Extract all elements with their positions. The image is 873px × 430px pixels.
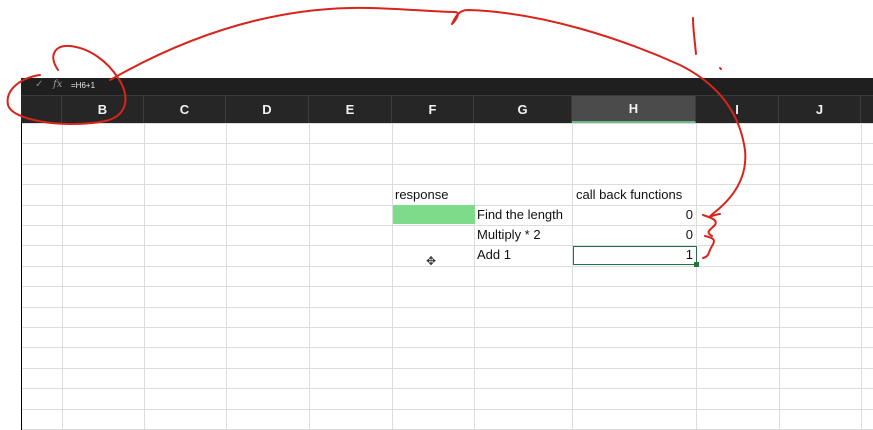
- annotation-brace-2: [702, 235, 715, 259]
- annotation-circle: [6, 44, 127, 125]
- annotation-exclaim: [692, 17, 697, 55]
- red-annotation-overlay: [6, 6, 747, 259]
- annotation-brace-1: [702, 214, 717, 237]
- annotation-arc: [109, 6, 747, 218]
- annotation-dot: [719, 67, 722, 70]
